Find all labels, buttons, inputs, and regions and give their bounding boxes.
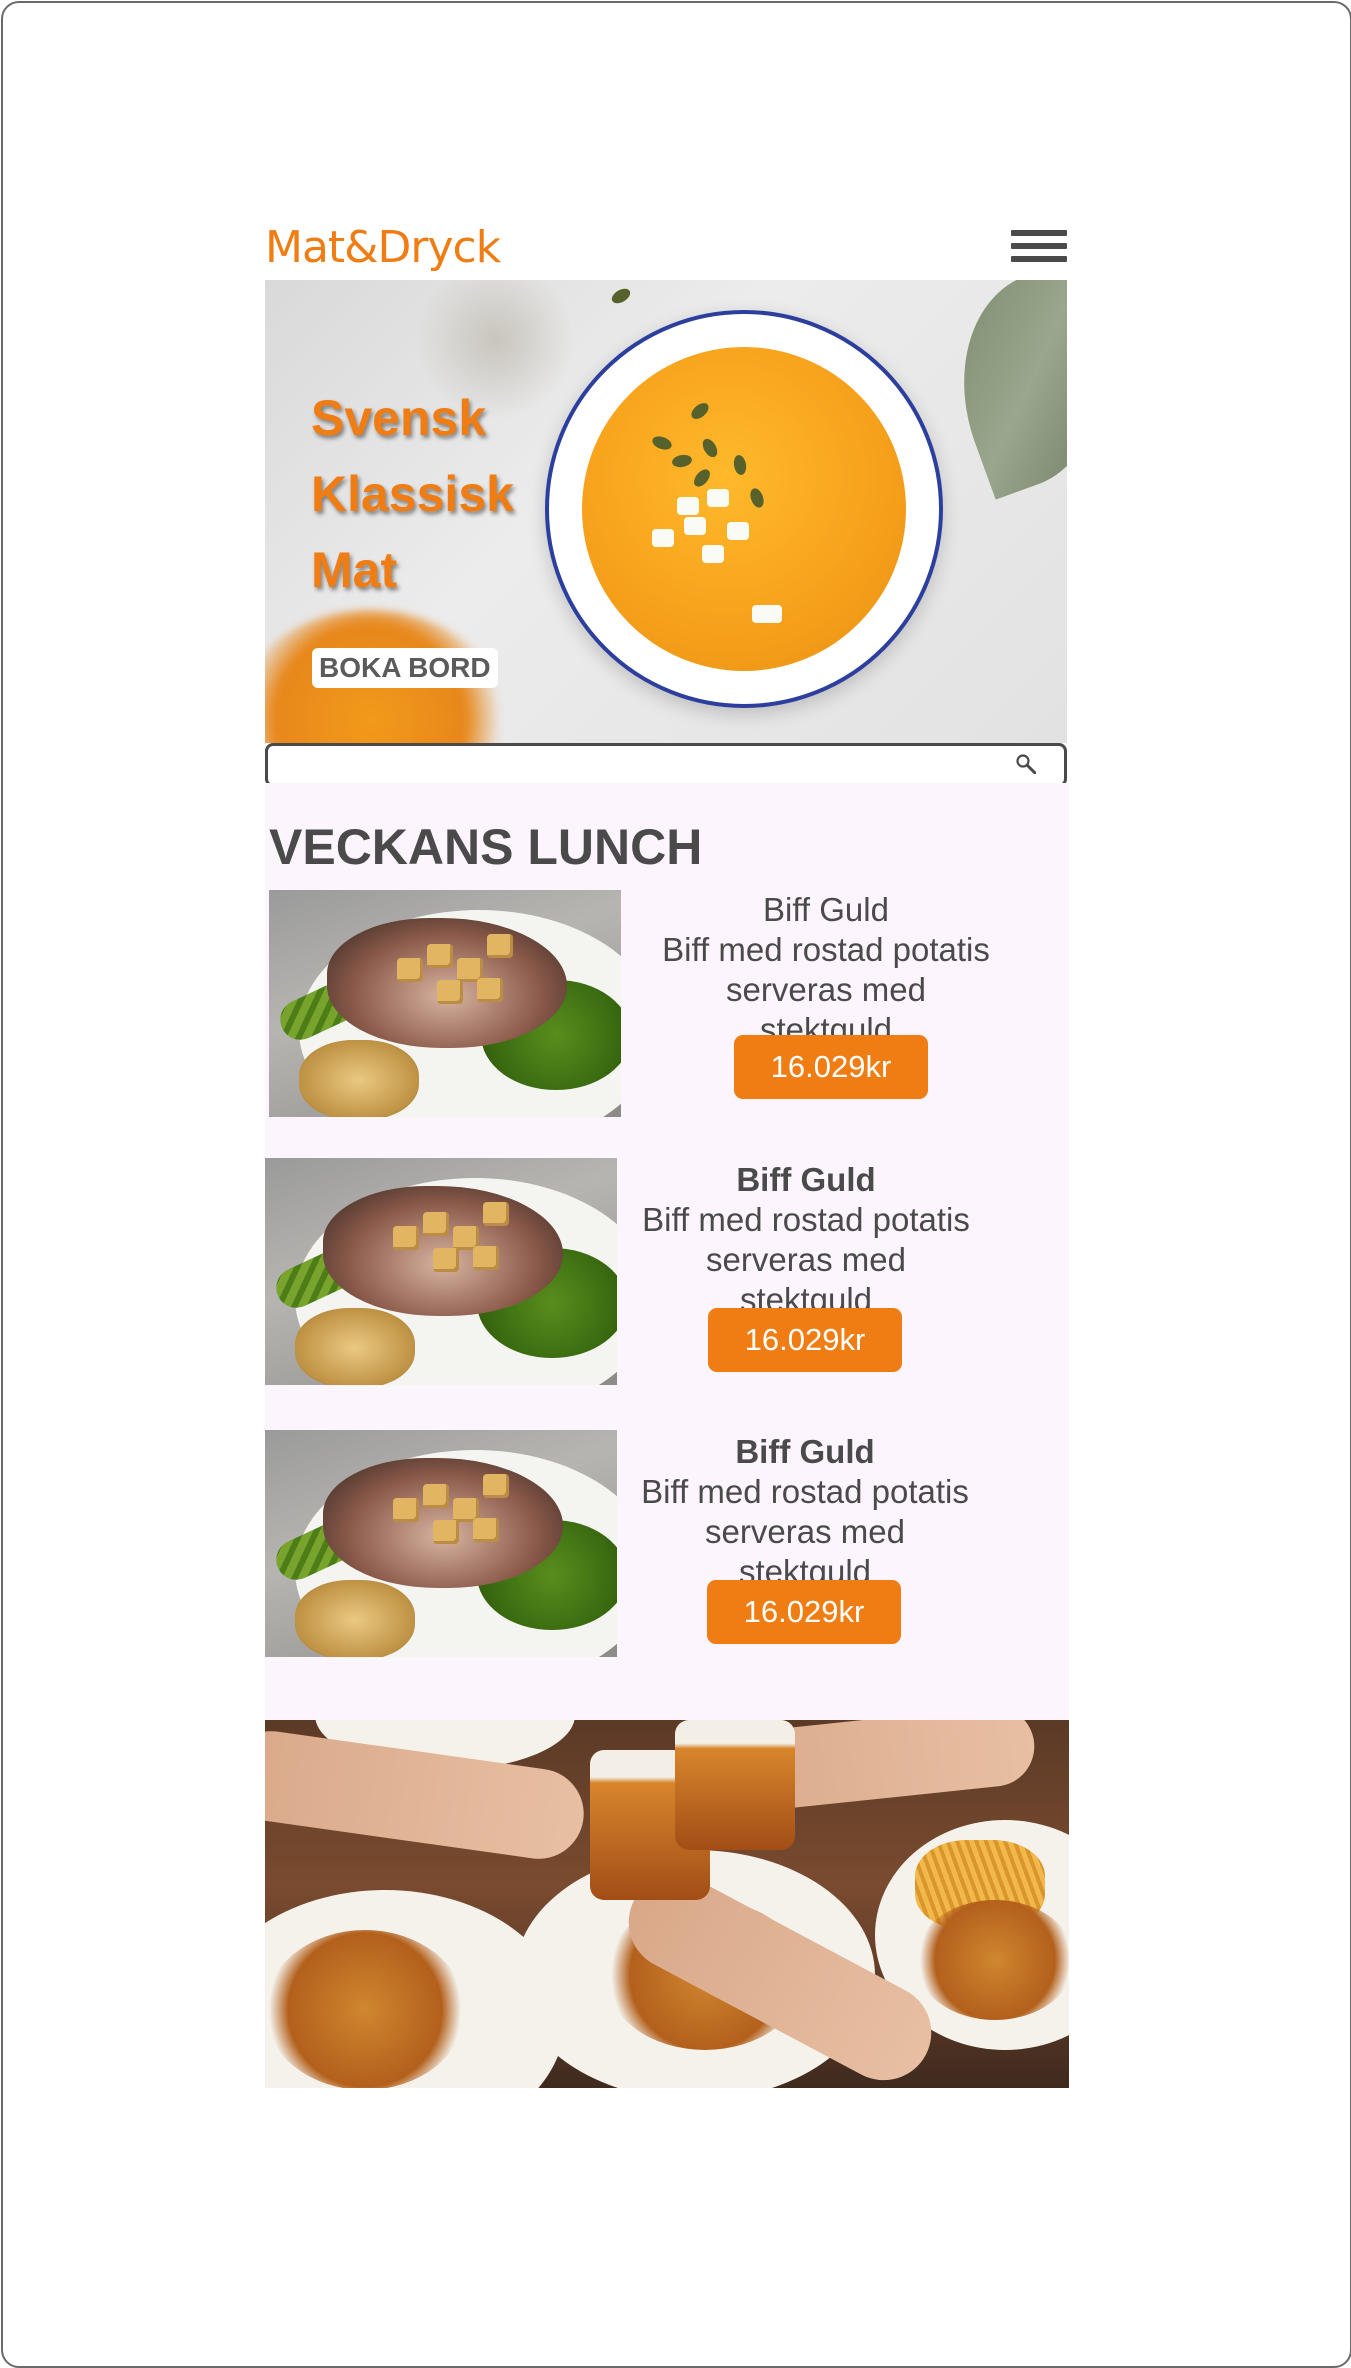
seed [688, 399, 712, 423]
seed [671, 453, 693, 469]
hero-title-line: Mat [311, 542, 398, 598]
apple-cube [393, 1498, 419, 1522]
leaf-decoration [927, 280, 1067, 500]
apple-cube [433, 1248, 459, 1272]
food [265, 1930, 465, 2088]
steak [323, 1458, 563, 1588]
apple-cube [393, 1226, 419, 1250]
feta [684, 517, 706, 535]
steak [327, 918, 567, 1048]
apple-cube [437, 980, 463, 1004]
dish-name: Biff Guld [763, 891, 889, 928]
menu-bar [1011, 243, 1067, 249]
seed [732, 454, 748, 476]
dish-line: Biff med rostad potatis [642, 1201, 970, 1238]
soup [582, 347, 906, 671]
section-title: VECKANS LUNCH [269, 819, 703, 875]
roasted-potato [299, 1040, 419, 1117]
apple-cube [473, 1246, 499, 1270]
logo[interactable]: Mat&Dryck [265, 222, 501, 273]
dish-description: Biff Guld Biff med rostad potatis server… [661, 890, 991, 1050]
dish-image [269, 890, 621, 1117]
dish-line: Biff med rostad potatis [662, 931, 990, 968]
apple-cube [397, 958, 423, 982]
seed-decoration [609, 285, 633, 307]
apple-cube [483, 1474, 509, 1498]
hero-banner: Svensk Klassisk Mat BOKA BORD [265, 280, 1067, 743]
apple-cube [423, 1212, 449, 1236]
price-button[interactable]: 16.029kr [707, 1580, 901, 1644]
food [915, 1900, 1069, 2020]
apple-cube [423, 1484, 449, 1508]
mobile-page: Mat&Dryck Svensk Klassisk Mat BOKA BORD … [265, 210, 1069, 2090]
price-button[interactable]: 16.029kr [708, 1308, 902, 1372]
search-bar[interactable] [265, 743, 1067, 787]
seed [699, 436, 721, 460]
hamburger-menu-icon[interactable] [1011, 230, 1067, 266]
feta [707, 489, 729, 507]
price-button[interactable]: 16.029kr [734, 1035, 928, 1099]
hero-title-line: Svensk [311, 390, 487, 446]
apple-cube [487, 934, 513, 958]
hero-title: Svensk Klassisk Mat [311, 380, 514, 608]
search-input[interactable] [276, 748, 980, 782]
apple-cube [483, 1202, 509, 1226]
dish-name: Biff Guld [735, 1433, 875, 1470]
apple-cube [473, 1518, 499, 1542]
roasted-potato [295, 1580, 415, 1657]
feta [652, 529, 674, 547]
dish-name: Biff Guld [736, 1161, 876, 1198]
apple-cube [433, 1520, 459, 1544]
dish-description: Biff Guld Biff med rostad potatis server… [641, 1160, 971, 1320]
menu-bar [1011, 230, 1067, 236]
roasted-potato [295, 1308, 415, 1385]
seed [690, 466, 714, 490]
seed [747, 486, 767, 510]
dish-image [265, 1158, 617, 1385]
restaurant-photo [265, 1720, 1069, 2088]
soup-bowl-image [545, 310, 943, 708]
seed [650, 433, 674, 453]
dish-line: Biff med rostad potatis [641, 1473, 969, 1510]
dish-card[interactable]: Biff Guld Biff med rostad potatis server… [265, 1430, 1025, 1660]
apple-cube [477, 978, 503, 1002]
feta [677, 497, 699, 515]
apple-cube [427, 944, 453, 968]
book-table-button[interactable]: BOKA BORD [312, 648, 498, 688]
menu-bar [1011, 256, 1067, 262]
dish-image [265, 1430, 617, 1657]
dish-card[interactable]: Biff Guld Biff med rostad potatis server… [265, 1158, 1025, 1388]
steak [323, 1186, 563, 1316]
beer-glass [675, 1720, 795, 1850]
hero-title-line: Klassisk [311, 466, 514, 522]
feta [752, 605, 782, 623]
dish-card[interactable]: Biff Guld Biff med rostad potatis server… [269, 890, 1029, 1120]
search-icon[interactable] [1016, 754, 1036, 774]
feta [727, 522, 749, 540]
dish-description: Biff Guld Biff med rostad potatis server… [640, 1432, 970, 1592]
feta [702, 545, 724, 563]
